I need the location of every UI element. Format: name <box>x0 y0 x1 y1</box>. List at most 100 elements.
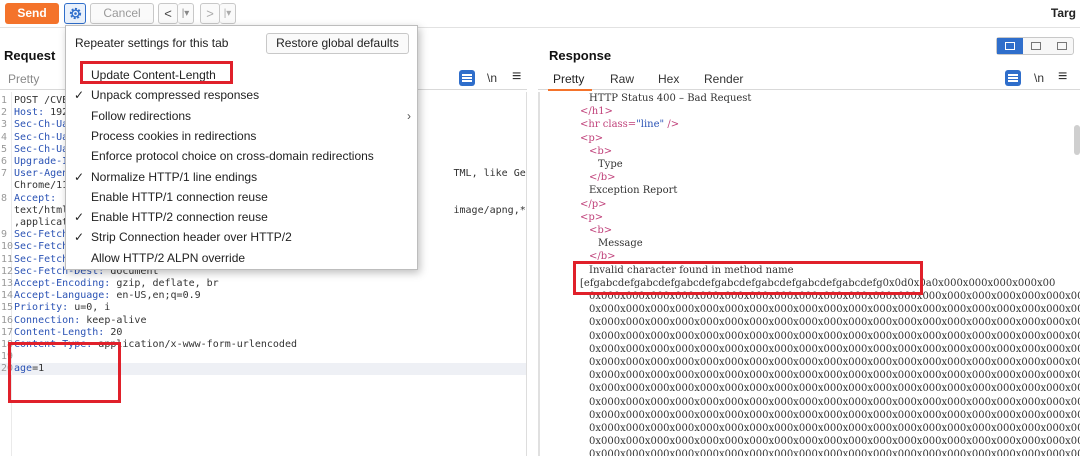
response-text: Exception Report <box>589 185 678 197</box>
header-name: Content-Type: <box>14 339 93 350</box>
request-newline-icon[interactable]: \n <box>487 71 497 85</box>
request-line: 13 Accept-Encoding: gzip, deflate, br <box>0 278 526 290</box>
request-panel-title: Request <box>4 48 56 63</box>
response-line: 0x000x000x000x000x000x000x000x000x000x00… <box>538 409 1080 422</box>
back-button[interactable]: < <box>158 3 178 24</box>
response-line: 0x000x000x000x000x000x000x000x000x000x00… <box>538 435 1080 448</box>
response-line: Invalid character found in method name <box>538 264 1080 277</box>
header-value: en-US,en;q=0.9 <box>110 290 201 302</box>
menu-item-strip-connection-header-over-http-2[interactable]: ✓ Strip Connection header over HTTP/2 <box>66 227 417 247</box>
menu-item-follow-redirections[interactable]: Follow redirections › <box>66 106 417 126</box>
tab-response-render[interactable]: Render <box>704 72 743 86</box>
response-line-content: </h1> <box>580 105 613 118</box>
line-number: 1 <box>1 95 8 106</box>
response-wrap-icon[interactable] <box>1005 70 1021 86</box>
menu-item-enable-http-1-connection-reuse[interactable]: Enable HTTP/1 connection reuse <box>66 187 417 207</box>
response-editor[interactable]: HTTP Status 400 – Bad Request </h1> <hr cl… <box>538 92 1080 456</box>
response-line: 0x000x000x000x000x000x000x000x000x000x00… <box>538 356 1080 369</box>
tab-response-hex[interactable]: Hex <box>658 72 679 86</box>
response-line: </b> <box>538 171 1080 184</box>
tab-request-pretty[interactable]: Pretty <box>8 72 39 86</box>
response-line: Message <box>538 237 1080 250</box>
forward-button[interactable]: > <box>200 3 220 24</box>
response-scrollbar[interactable] <box>1074 125 1080 155</box>
line-number: 10 <box>1 241 14 253</box>
response-line: <hr class="line" /> <box>538 118 1080 131</box>
response-text: Invalid character found in method name <box>589 264 794 276</box>
layout-top-bottom-button[interactable] <box>1023 38 1049 54</box>
markup-token: </b> <box>589 251 616 263</box>
request-line: 16 Connection: keep-alive <box>0 314 526 327</box>
layout-toggle-group <box>996 37 1074 55</box>
response-line-content: 0x000x000x000x000x000x000x000x000x000x00… <box>589 422 1080 435</box>
checkmark-icon: ✓ <box>74 88 85 103</box>
header-name: Host: <box>14 107 45 119</box>
response-menu-icon[interactable]: ≡ <box>1058 68 1067 86</box>
response-line: HTTP Status 400 – Bad Request <box>538 92 1080 105</box>
menu-item-normalize-http-1-line-endings[interactable]: ✓ Normalize HTTP/1 line endings <box>66 167 417 187</box>
checkmark-icon: ✓ <box>74 169 85 184</box>
response-line-content: </b> <box>589 171 616 184</box>
menu-header: Repeater settings for this tab <box>75 36 229 50</box>
response-text: 0x000x000x000x000x000x000x000x000x000x00… <box>589 330 1080 342</box>
response-line-content: 0x000x000x000x000x000x000x000x000x000x00… <box>589 290 1080 303</box>
menu-item-process-cookies-in-redirections[interactable]: Process cookies in redirections <box>66 126 417 146</box>
menu-item-update-content-length[interactable]: Update Content-Length <box>66 65 417 85</box>
response-line-content: [efgabcdefgabcdefgabcdefgabcdefgabcdefga… <box>580 277 1055 290</box>
restore-global-defaults-button[interactable]: Restore global defaults <box>266 33 409 54</box>
response-line: 0x000x000x000x000x000x000x000x000x000x00… <box>538 343 1080 356</box>
line-content: Accept-Language: en-US,en;q=0.9 <box>14 290 201 302</box>
response-line: </b> <box>538 250 1080 263</box>
header-value: keep-alive <box>80 314 147 326</box>
response-newline-icon[interactable]: \n <box>1034 71 1044 85</box>
response-text: 0x000x000x000x000x000x000x000x000x000x00… <box>589 343 1080 355</box>
request-wrap-icon[interactable] <box>459 70 475 86</box>
line-content: Connection: keep-alive <box>14 315 146 327</box>
tab-response-raw[interactable]: Raw <box>610 72 634 86</box>
menu-item-enable-http-2-connection-reuse[interactable]: ✓ Enable HTTP/2 connection reuse <box>66 207 417 227</box>
markup-token: <b> <box>589 145 613 157</box>
back-history-dropdown[interactable]: |▾ <box>178 3 194 24</box>
response-line: [efgabcdefgabcdefgabcdefgabcdefgabcdefga… <box>538 277 1080 290</box>
response-text: 0x000x000x000x000x000x000x000x000x000x00… <box>589 357 1080 368</box>
response-line: <p> <box>538 211 1080 224</box>
response-line: 0x000x000x000x000x000x000x000x000x000x00… <box>538 448 1080 456</box>
header-name: Priority: <box>14 302 69 314</box>
markup-token: class= <box>602 119 637 131</box>
menu-item-label: Follow redirections <box>91 108 192 123</box>
response-text: 0x000x000x000x000x000x000x000x000x000x00… <box>589 383 1080 395</box>
send-button[interactable]: Send <box>5 3 59 24</box>
response-text: Message <box>598 238 643 250</box>
line-content: Priority: u=0, i <box>14 302 110 314</box>
response-line-content: HTTP Status 400 – Bad Request <box>589 92 751 105</box>
menu-item-enforce-protocol-choice-on-cross-domain-redirections[interactable]: Enforce protocol choice on cross-domain … <box>66 146 417 166</box>
response-line-content: 0x000x000x000x000x000x000x000x000x000x00… <box>589 435 1080 448</box>
response-text: 0x000x000x000x000x000x000x000x000x000x00… <box>589 396 1080 408</box>
response-line-content: 0x000x000x000x000x000x000x000x000x000x00… <box>589 396 1080 409</box>
repeater-settings-button[interactable] <box>64 3 86 24</box>
line-number: 19 <box>1 351 14 363</box>
checkmark-icon: ✓ <box>74 210 85 225</box>
menu-item-unpack-compressed-responses[interactable]: ✓ Unpack compressed responses <box>66 85 417 105</box>
header-name: Accept-Language: <box>14 290 111 302</box>
line-number: 6 <box>1 156 8 167</box>
request-line: 19 <box>0 351 526 363</box>
layout-tabs-button[interactable] <box>1049 38 1075 54</box>
cancel-button[interactable]: Cancel <box>90 3 154 24</box>
line-number: 12 <box>1 265 14 277</box>
response-text: 0x000x000x000x000x000x000x000x000x000x00… <box>589 423 1080 434</box>
target-label[interactable]: Targ <box>1051 6 1076 20</box>
columns-icon <box>1005 42 1015 50</box>
tab-response-pretty[interactable]: Pretty <box>553 72 584 86</box>
line-number: 16 <box>1 314 14 326</box>
response-text: 0x000x000x000x000x000x000x000x000x000x00… <box>589 370 1080 382</box>
request-menu-icon[interactable]: ≡ <box>512 68 521 86</box>
forward-history-dropdown[interactable]: |▾ <box>220 3 236 24</box>
line-number: 2 <box>1 107 8 119</box>
request-line: 18 Content-Type: application/x-www-form-u… <box>0 339 526 351</box>
menu-item-allow-http-2-alpn-override[interactable]: Allow HTTP/2 ALPN override <box>66 248 417 268</box>
layout-side-by-side-button[interactable] <box>997 38 1023 54</box>
response-line: <b> <box>538 145 1080 158</box>
response-line: </h1> <box>538 105 1080 118</box>
menu-item-label: Strip Connection header over HTTP/2 <box>91 230 292 245</box>
